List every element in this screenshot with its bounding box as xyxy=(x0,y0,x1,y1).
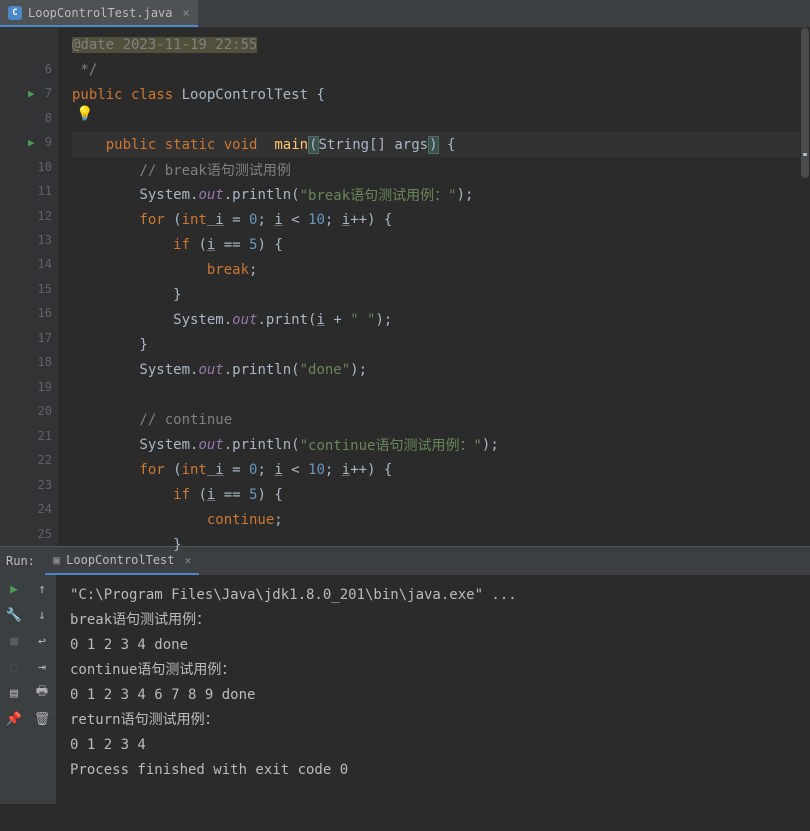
wrench-icon[interactable]: 🔧 xyxy=(6,607,22,623)
code-editor[interactable]: @date 2023-11-19 22:55 */ public class L… xyxy=(58,28,810,546)
gutter: 6 7▶ 8 9▶ 10 11 12 13 14 15 16 17 18 19 … xyxy=(0,28,58,546)
line-number: 25 xyxy=(28,527,52,541)
line-number: 16 xyxy=(28,306,52,320)
line-number: 20 xyxy=(28,404,52,418)
code-line[interactable]: */ xyxy=(72,57,810,82)
console-line: break语句测试用例： xyxy=(70,612,210,628)
run-tool-window: Run: ▣ LoopControlTest × ▶ 🔧 ■ ⬚ ▤ 📌 ↑ ↓… xyxy=(0,546,810,804)
line-number: 19 xyxy=(28,380,52,394)
line-number: 11 xyxy=(28,184,52,198)
cursor-marker xyxy=(803,153,807,156)
code-line[interactable]: } xyxy=(72,282,810,307)
run-toolbar-primary: ▶ 🔧 ■ ⬚ ▤ 📌 xyxy=(0,575,28,804)
line-number: 6 xyxy=(28,62,52,76)
code-line[interactable]: System.out.println("continue语句测试用例："); xyxy=(72,432,810,457)
code-line[interactable]: System.out.print(i + " "); xyxy=(72,307,810,332)
line-number: 8 xyxy=(28,111,52,125)
code-line[interactable]: public class LoopControlTest { xyxy=(72,82,810,107)
code-line[interactable]: public static void main(String[] args) { xyxy=(72,132,810,157)
code-line[interactable]: System.out.println("done"); xyxy=(72,357,810,382)
code-line[interactable]: } xyxy=(72,532,810,557)
line-number: 17 xyxy=(28,331,52,345)
tab-label: LoopControlTest.java xyxy=(28,6,173,20)
line-number: 12 xyxy=(28,209,52,223)
code-line[interactable]: if (i == 5) { xyxy=(72,232,810,257)
line-number: 23 xyxy=(28,478,52,492)
code-line[interactable]: break; xyxy=(72,257,810,282)
console-line: Process finished with exit code 0 xyxy=(70,762,348,778)
close-tab-icon[interactable]: × xyxy=(183,6,190,20)
line-number: 14 xyxy=(28,257,52,271)
scroll-to-end-icon[interactable]: ⇥ xyxy=(34,659,50,675)
code-line[interactable]: // break语句测试用例 xyxy=(72,157,810,182)
bug-icon[interactable]: ⬚ xyxy=(6,659,22,675)
console-line: return语句测试用例： xyxy=(70,712,219,728)
up-arrow-icon[interactable]: ↑ xyxy=(34,581,50,597)
layout-icon[interactable]: ▤ xyxy=(6,685,22,701)
run-label: Run: xyxy=(6,554,35,568)
code-line[interactable]: // continue xyxy=(72,407,810,432)
run-body: ▶ 🔧 ■ ⬚ ▤ 📌 ↑ ↓ ↩ ⇥ 🖶 🗑 "C:\Program File… xyxy=(0,575,810,804)
soft-wrap-icon[interactable]: ↩ xyxy=(34,633,50,649)
line-number: 22 xyxy=(28,453,52,467)
code-line[interactable]: for (int i = 0; i < 10; i++) { xyxy=(72,207,810,232)
line-number: 10 xyxy=(28,160,52,174)
run-class-icon[interactable]: ▶ xyxy=(28,87,35,100)
console-line: 0 1 2 3 4 xyxy=(70,737,154,753)
stop-icon[interactable]: ■ xyxy=(6,633,22,649)
line-number: 15 xyxy=(28,282,52,296)
vertical-scrollbar[interactable] xyxy=(800,28,810,546)
editor-tab-bar: C LoopControlTest.java × xyxy=(0,0,810,28)
line-number: 18 xyxy=(28,355,52,369)
trash-icon[interactable]: 🗑 xyxy=(34,711,50,727)
file-tab[interactable]: C LoopControlTest.java × xyxy=(0,0,198,27)
intention-bulb-icon[interactable]: 💡 xyxy=(76,106,93,122)
line-number: 13 xyxy=(28,233,52,247)
code-line[interactable]: continue; xyxy=(72,507,810,532)
java-class-icon: C xyxy=(8,6,22,20)
run-method-icon[interactable]: ▶ xyxy=(28,136,35,149)
run-toolbar-secondary: ↑ ↓ ↩ ⇥ 🖶 🗑 xyxy=(28,575,56,804)
code-line[interactable]: for (int i = 0; i < 10; i++) { xyxy=(72,457,810,482)
terminal-icon: ▣ xyxy=(53,553,60,567)
console-output[interactable]: "C:\Program Files\Java\jdk1.8.0_201\bin\… xyxy=(56,575,810,804)
print-icon[interactable]: 🖶 xyxy=(34,685,50,701)
pin-icon[interactable]: 📌 xyxy=(6,711,22,727)
down-arrow-icon[interactable]: ↓ xyxy=(34,607,50,623)
console-line: 0 1 2 3 4 6 7 8 9 done xyxy=(70,687,255,703)
line-number: 21 xyxy=(28,429,52,443)
code-line[interactable]: @date 2023-11-19 22:55 xyxy=(72,32,810,57)
code-line[interactable]: 💡 xyxy=(72,107,810,132)
code-line[interactable]: System.out.println("break语句测试用例："); xyxy=(72,182,810,207)
line-number: 24 xyxy=(28,502,52,516)
editor-area: 6 7▶ 8 9▶ 10 11 12 13 14 15 16 17 18 19 … xyxy=(0,28,810,546)
code-line[interactable] xyxy=(72,382,810,407)
console-line: "C:\Program Files\Java\jdk1.8.0_201\bin\… xyxy=(70,587,517,603)
code-line[interactable]: if (i == 5) { xyxy=(72,482,810,507)
rerun-icon[interactable]: ▶ xyxy=(6,581,22,597)
console-line: 0 1 2 3 4 done xyxy=(70,637,188,653)
code-line[interactable]: } xyxy=(72,332,810,357)
console-line: continue语句测试用例： xyxy=(70,662,235,678)
